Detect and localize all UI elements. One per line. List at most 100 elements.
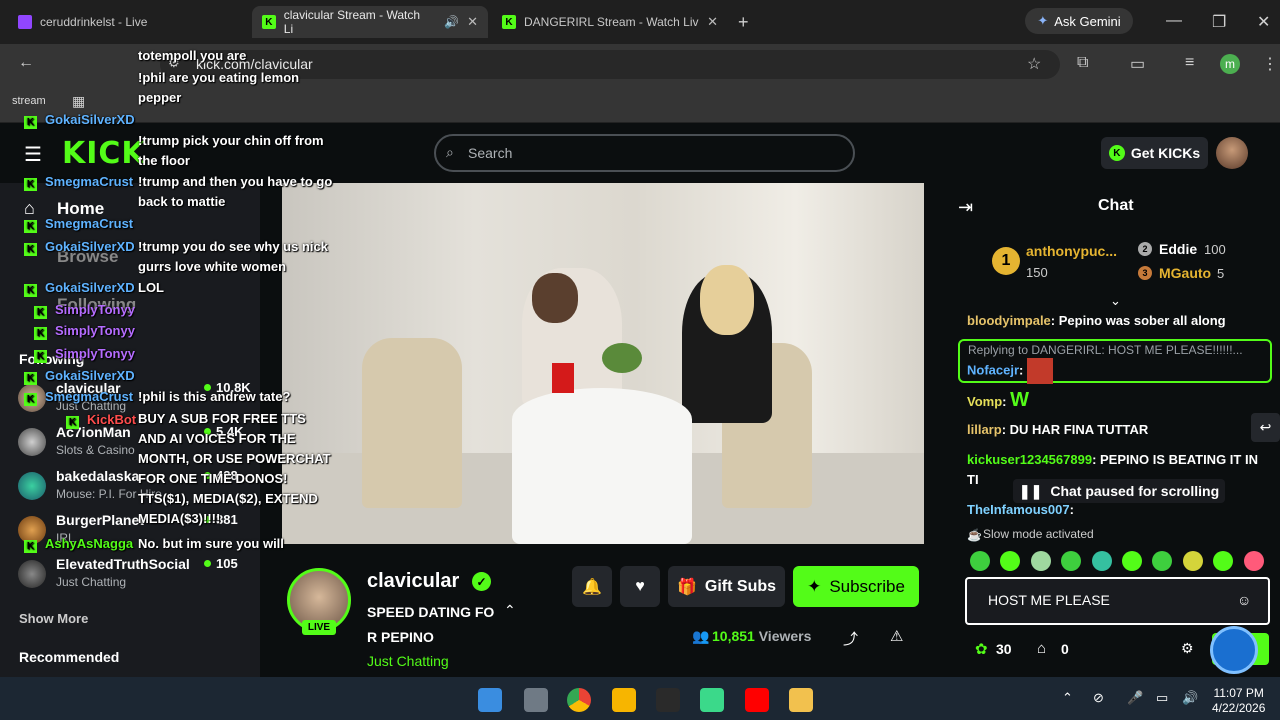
kick-badge-icon: K — [24, 220, 37, 233]
chat-settings-icon[interactable]: ⚙ — [1181, 640, 1194, 657]
minimize-icon[interactable]: — — [1166, 12, 1182, 30]
paused-label: Chat paused for scrolling — [1050, 483, 1220, 499]
streamer-name[interactable]: clavicular — [367, 570, 459, 593]
maximize-icon[interactable]: ❐ — [1212, 12, 1226, 32]
emote-button[interactable] — [1182, 551, 1203, 571]
tab-dangerirl[interactable]: K DANGERIRL Stream - Watch Liv ✕ — [492, 6, 728, 38]
back-icon[interactable]: ← — [18, 54, 34, 72]
volume-icon[interactable]: 🔊 — [1182, 690, 1198, 706]
fingerprint-overlay-icon[interactable] — [1210, 626, 1258, 674]
youtube-icon[interactable] — [745, 688, 769, 712]
speaker-icon[interactable]: 🔊 — [444, 15, 459, 29]
bookmark-star-icon[interactable]: ☆ — [1027, 54, 1041, 74]
display-icon[interactable]: ▭ — [1156, 690, 1168, 706]
overlay-chat-message: !phil are you eating lemon pepper — [138, 70, 300, 105]
chat-title: Chat — [1098, 197, 1134, 214]
overlay-chat-user: K SimplyTonyy — [34, 344, 135, 364]
heart-icon: ♥ — [635, 577, 645, 595]
overlay-chat-user: K SmegmaCrust — [24, 172, 133, 192]
kick-app-icon[interactable] — [700, 688, 724, 712]
tray-expand-icon[interactable]: ⌃ — [1062, 690, 1073, 706]
pause-icon: ❚❚ — [1018, 482, 1043, 499]
tab-ceruddrinkelst[interactable]: ceruddrinkelst - Live — [8, 6, 248, 38]
rockstar-icon[interactable] — [612, 688, 636, 712]
new-tab-icon[interactable]: + — [738, 12, 749, 33]
overlay-chat-message: !phil is this andrew tate? — [138, 389, 291, 404]
chrome-icon[interactable] — [567, 688, 591, 712]
emote-image — [1026, 358, 1053, 384]
emote-button[interactable] — [1243, 551, 1264, 571]
media-control-icon[interactable]: ≡ — [1185, 54, 1194, 72]
video-chair-left — [362, 338, 462, 508]
followed-channel-elevatedtruthsocial[interactable]: ElevatedTruthSocial Just Chatting 105 — [18, 556, 258, 600]
leader-3-value: 5 — [1217, 266, 1225, 281]
apps-grid-icon[interactable]: ▦ — [72, 93, 85, 110]
video-player[interactable] — [282, 183, 924, 544]
video-plant — [602, 343, 642, 373]
slow-mode-icon: ☕ — [967, 528, 982, 542]
kick-favicon-icon: K — [502, 15, 516, 29]
scroll-to-bottom-button[interactable]: ↩ — [1251, 413, 1280, 442]
collapse-title-icon[interactable]: ⌃ — [504, 602, 516, 619]
bookmark-stream[interactable]: stream — [12, 95, 46, 107]
close-tab-icon[interactable]: ✕ — [707, 14, 718, 30]
overlay-chat-user: K GokaiSilverXD — [24, 278, 135, 298]
follow-button[interactable]: ♥ — [620, 566, 660, 607]
stream-category[interactable]: Just Chatting — [367, 653, 449, 669]
cast-icon[interactable]: ▭ — [1130, 54, 1145, 74]
chat-paused-banner[interactable]: ❚❚ Chat paused for scrolling — [1013, 479, 1225, 503]
hamburger-menu-icon[interactable]: ☰ — [24, 142, 42, 167]
collapse-chat-icon[interactable]: ⇥ — [958, 197, 973, 218]
close-tab-icon[interactable]: ✕ — [467, 14, 478, 30]
system-clock[interactable]: 11:07 PM 4/22/2026 — [1212, 686, 1265, 716]
network-icon[interactable]: ⊘ — [1093, 690, 1104, 706]
task-view-icon[interactable] — [524, 688, 548, 712]
store-icon[interactable]: ⌂ — [1037, 640, 1046, 657]
share-icon[interactable]: ⤴ — [843, 628, 858, 649]
get-kicks-button[interactable]: K Get KICKs — [1101, 137, 1208, 169]
kick-badge-icon: K — [34, 327, 47, 340]
recommended-heading: Recommended — [19, 649, 120, 665]
emote-button[interactable] — [970, 551, 990, 571]
ask-gemini-button[interactable]: ✦ Ask Gemini — [1025, 8, 1133, 34]
report-icon[interactable]: ⚠ — [890, 627, 903, 645]
channel-points-count[interactable]: 30 — [996, 641, 1012, 657]
leader-2-name[interactable]: Eddie — [1159, 241, 1197, 257]
kicks-coin-icon: K — [1108, 145, 1125, 161]
kick-badge-icon: K — [24, 116, 37, 129]
get-kicks-label: Get KICKs — [1130, 145, 1201, 161]
emote-button[interactable] — [1122, 551, 1142, 571]
close-window-icon[interactable]: ✕ — [1257, 12, 1270, 32]
start-icon[interactable] — [478, 688, 502, 712]
tab-label: DANGERIRL Stream - Watch Liv — [524, 15, 699, 29]
subscribe-label: Subscribe — [829, 576, 905, 596]
microphone-icon[interactable]: 🎤 — [1127, 690, 1143, 706]
gift-subs-button[interactable]: 🎁 Gift Subs — [668, 566, 785, 607]
leader-2-value: 100 — [1204, 242, 1226, 257]
overlay-chat-user: K SmegmaCrust — [24, 214, 133, 234]
leader-1-name[interactable]: anthonypuc... — [1026, 243, 1117, 259]
emote-button[interactable] — [1091, 551, 1112, 571]
leader-3-name[interactable]: MGauto — [1159, 265, 1211, 281]
notification-bell-button[interactable]: 🔔 — [572, 566, 612, 607]
extensions-icon[interactable]: ⧉ — [1077, 54, 1088, 72]
twitch-favicon-icon — [18, 15, 32, 29]
profile-avatar[interactable]: m — [1220, 54, 1240, 74]
chat-message: bloodyimpale: Pepino was sober all along — [967, 313, 1226, 328]
menu-dots-icon[interactable]: ⋮ — [1262, 54, 1278, 74]
verified-badge-icon: ✓ — [472, 572, 491, 591]
chat-message: Vomp: W — [967, 389, 1029, 411]
file-explorer-icon[interactable] — [789, 688, 813, 712]
kick-logo[interactable]: KICK — [62, 136, 146, 171]
chat-message: lillarp: DU HAR FINA TUTTAR — [967, 422, 1149, 437]
epic-games-icon[interactable] — [656, 688, 680, 712]
emote-button[interactable] — [1030, 551, 1051, 571]
user-avatar[interactable] — [1216, 137, 1248, 169]
channel-points-icon: ✿ — [975, 641, 988, 658]
show-more-link[interactable]: Show More — [19, 611, 88, 626]
subscribe-button[interactable]: ✦ Subscribe — [793, 566, 919, 607]
video-table — [512, 388, 692, 544]
tab-clavicular[interactable]: K clavicular Stream - Watch Li 🔊 ✕ — [252, 6, 488, 38]
emoji-picker-icon[interactable]: ☺ — [1237, 592, 1251, 608]
expand-leaderboard-icon[interactable]: ⌄ — [1110, 293, 1121, 309]
